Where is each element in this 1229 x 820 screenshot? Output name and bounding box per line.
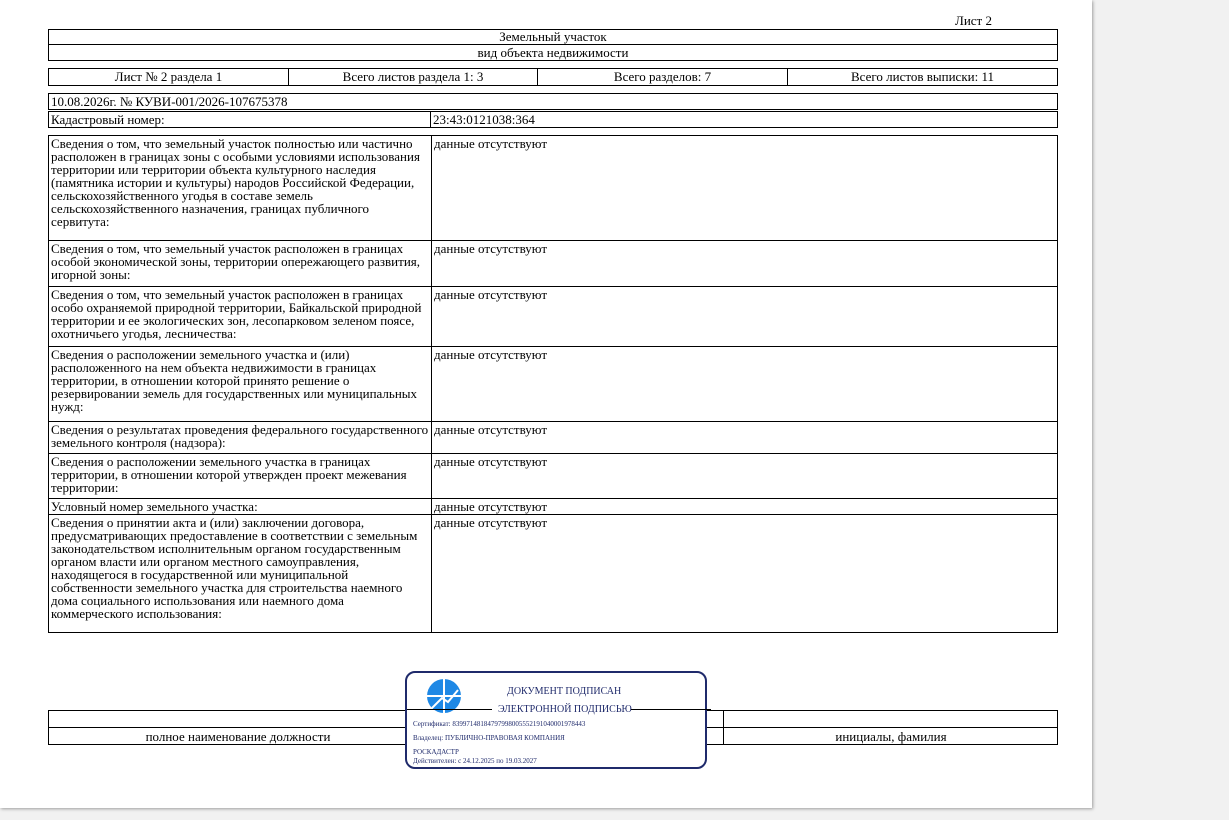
stamp-line2: ЭЛЕКТРОННОЙ ПОДПИСЬЮ (498, 704, 632, 715)
e-signature-stamp: ДОКУМЕНТ ПОДПИСАН ЭЛЕКТРОННОЙ ПОДПИСЬЮ С… (405, 671, 711, 769)
row-label: Сведения о том, что земельный участок ра… (48, 240, 432, 287)
sheet-label: Лист 2 (955, 13, 992, 28)
sheet-of-section: Лист № 2 раздела 1 (48, 68, 289, 86)
row-label: Сведения о том, что земельный участок по… (48, 135, 432, 241)
row-label: Сведения о том, что земельный участок ра… (48, 286, 432, 347)
stamp-owner-org: РОСКАДАСТР (413, 748, 459, 756)
table-row: Условный номер земельного участка: данны… (48, 498, 1058, 515)
stamp-validity: Действителен: с 24.12.2025 по 19.03.2027 (413, 757, 537, 765)
table-row: Сведения о расположении земельного участ… (48, 453, 1058, 499)
table-row: Сведения о принятии акта и (или) заключе… (48, 514, 1058, 633)
cadastral-label: Кадастровый номер: (48, 111, 431, 128)
info-table: Сведения о том, что земельный участок по… (48, 135, 1058, 633)
row-value: данные отсутствуют (431, 421, 1058, 454)
row-value: данные отсутствуют (431, 240, 1058, 287)
row-value: данные отсутствуют (431, 453, 1058, 499)
table-row: Сведения о результатах проведения федера… (48, 421, 1058, 454)
stamp-line1: ДОКУМЕНТ ПОДПИСАН (507, 686, 622, 697)
row-value: данные отсутствуют (431, 514, 1058, 633)
stamp-owner: Владелец: ПУБЛИЧНО-ПРАВОВАЯ КОМПАНИЯ (413, 734, 565, 742)
row-value: данные отсутствуют (431, 498, 1058, 515)
row-value: данные отсутствуют (431, 346, 1058, 422)
row-label: Условный номер земельного участка: (48, 498, 432, 515)
row-value: данные отсутствуют (431, 135, 1058, 241)
total-sheets-section: Всего листов раздела 1: 3 (288, 68, 538, 86)
object-type-caption: вид объекта недвижимости (48, 44, 1058, 61)
position-caption: полное наименование должности (145, 728, 331, 744)
row-value: данные отсутствуют (431, 286, 1058, 347)
table-row: Сведения о том, что земельный участок по… (48, 135, 1058, 241)
stamp-line-right (631, 709, 711, 710)
stamp-certificate: Сертификат: 8399714818479799800555219104… (413, 720, 586, 728)
name-caption: инициалы, фамилия (835, 728, 947, 744)
total-sheets-extract: Всего листов выписки: 11 (787, 68, 1058, 86)
document-page: Лист 2 Земельный участок вид объекта нед… (0, 0, 1092, 808)
date-number: 10.08.2026г. № КУВИ-001/2026-107675378 (48, 93, 1058, 110)
row-label: Сведения о расположении земельного участ… (48, 346, 432, 422)
row-label: Сведения о расположении земельного участ… (48, 453, 432, 499)
table-row: Сведения о расположении земельного участ… (48, 346, 1058, 422)
total-sections: Всего разделов: 7 (537, 68, 788, 86)
stamp-line-left (407, 709, 492, 710)
table-row: Сведения о том, что земельный участок ра… (48, 240, 1058, 287)
cadastral-value: 23:43:0121038:364 (430, 111, 1058, 128)
row-label: Сведения о принятии акта и (или) заключе… (48, 514, 432, 633)
row-label: Сведения о результатах проведения федера… (48, 421, 432, 454)
object-name: Земельный участок (48, 29, 1058, 45)
table-row: Сведения о том, что земельный участок ра… (48, 286, 1058, 347)
